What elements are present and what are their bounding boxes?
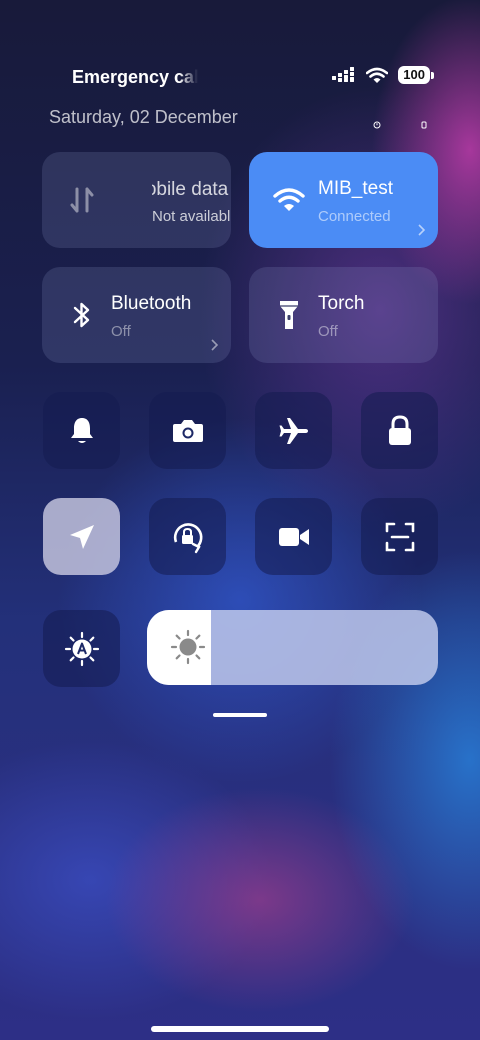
rotation-lock-icon [173, 522, 202, 553]
status-icons: 100 [332, 66, 434, 84]
wifi-chevron-right-icon[interactable] [416, 224, 426, 236]
wifi-tile-icon [271, 182, 307, 218]
screen-recorder-toggle[interactable] [255, 498, 332, 575]
mobile-data-title-clip: Mobile data [152, 179, 231, 201]
torch-icon [271, 297, 307, 333]
screenshot-toggle[interactable] [149, 392, 226, 469]
mobile-data-title: Mobile data [152, 179, 229, 200]
bell-icon [70, 417, 93, 443]
torch-tile[interactable]: Torch Off [249, 267, 438, 363]
torch-title: Torch [318, 293, 365, 314]
location-toggle[interactable] [43, 498, 120, 575]
wifi-tile[interactable]: MIB_test Connected [249, 152, 438, 248]
nfc-indicator-icon [421, 121, 427, 129]
carrier-label: Emergency calls only [72, 67, 198, 87]
mobile-data-icon [64, 182, 100, 218]
bluetooth-chevron-right-icon[interactable] [209, 339, 219, 351]
scanner-toggle[interactable] [361, 498, 438, 575]
battery-level: 100 [398, 66, 430, 84]
status-bar: Emergency calls only 100 [0, 60, 480, 96]
wifi-subtitle: Connected [318, 208, 391, 225]
wifi-icon [366, 67, 389, 83]
battery-icon: 100 [398, 66, 434, 84]
sound-toggle[interactable] [43, 392, 120, 469]
torch-subtitle: Off [318, 323, 338, 340]
lock-icon [388, 414, 411, 445]
brightness-icon [170, 629, 206, 665]
location-icon [69, 524, 94, 549]
date-label: Saturday, 02 December [49, 107, 238, 127]
home-indicator[interactable] [151, 1026, 329, 1032]
bluetooth-icon [64, 297, 100, 333]
rotation-lock-toggle[interactable] [149, 498, 226, 575]
bluetooth-title: Bluetooth [111, 293, 192, 314]
battery-tip [431, 71, 434, 79]
scan-icon [385, 522, 414, 551]
lock-screen-toggle[interactable] [361, 392, 438, 469]
signal-icon [332, 67, 355, 82]
auto-brightness-toggle[interactable] [43, 610, 120, 687]
bluetooth-subtitle: Off [111, 323, 131, 340]
camera-icon [172, 419, 203, 442]
bluetooth-tile[interactable]: Bluetooth Off [42, 267, 231, 363]
airplane-mode-toggle[interactable] [255, 392, 332, 469]
wifi-title: MIB_test [318, 178, 393, 199]
airplane-icon [279, 417, 308, 444]
mobile-data-tile[interactable]: Mobile data Not available [42, 152, 231, 248]
auto-brightness-icon [64, 631, 99, 666]
video-icon [278, 527, 309, 546]
alarm-indicator-icon [373, 121, 381, 129]
panel-drag-handle[interactable] [213, 713, 267, 717]
brightness-slider[interactable] [147, 610, 438, 685]
mobile-data-subtitle: Not available [152, 208, 231, 225]
